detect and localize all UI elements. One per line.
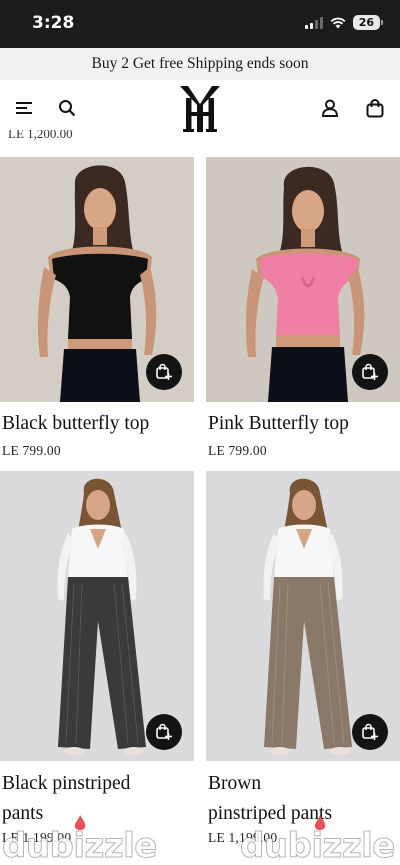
quick-add-button[interactable]	[146, 714, 182, 750]
product-card[interactable]: Pink Butterfly top LE 799.00	[206, 157, 400, 463]
cart-button[interactable]	[363, 96, 387, 120]
quick-add-button[interactable]	[352, 714, 388, 750]
shopping-bag-icon	[366, 98, 384, 117]
status-indicators: 26	[304, 15, 384, 30]
account-button[interactable]	[318, 96, 342, 120]
status-time: 3:28	[32, 13, 75, 33]
quick-add-button[interactable]	[146, 354, 182, 390]
battery-indicator: 26	[352, 15, 384, 30]
wifi-icon	[330, 17, 346, 28]
product-title[interactable]: Black butterfly top	[2, 409, 149, 438]
previous-product-price: LE 1,200.00	[8, 130, 73, 141]
product-card[interactable]: Black butterfly top LE 799.00	[0, 157, 194, 463]
add-to-bag-icon	[362, 723, 378, 740]
announcement-bar: Buy 2 Get free Shipping ends soon	[0, 48, 400, 80]
user-icon	[322, 99, 338, 117]
search-button[interactable]	[55, 96, 79, 120]
product-title[interactable]: Brown	[208, 769, 261, 798]
product-price: LE 799.00	[2, 443, 61, 458]
add-to-bag-icon	[156, 723, 172, 740]
add-to-bag-icon	[362, 363, 378, 380]
menu-icon	[16, 102, 32, 114]
menu-button[interactable]	[12, 96, 36, 120]
product-title-line-2[interactable]: pants	[2, 799, 43, 828]
status-bar: 3:28 26	[0, 0, 400, 48]
cellular-signal-icon	[304, 16, 323, 29]
product-title[interactable]: Pink Butterfly top	[208, 409, 349, 438]
brand-logo[interactable]	[178, 86, 222, 132]
quick-add-button[interactable]	[352, 354, 388, 390]
add-to-bag-icon	[156, 363, 172, 380]
search-icon	[59, 100, 76, 117]
product-card[interactable]: Brown pinstriped pants LE 1,199.00	[206, 471, 400, 851]
product-card[interactable]: Black pinstriped pants LE 1,199.00	[0, 471, 194, 851]
product-title[interactable]: Black pinstriped	[2, 769, 130, 798]
watermark: dubizzle	[2, 826, 158, 865]
product-price: LE 799.00	[208, 443, 267, 458]
watermark: dubizzle	[240, 826, 396, 865]
